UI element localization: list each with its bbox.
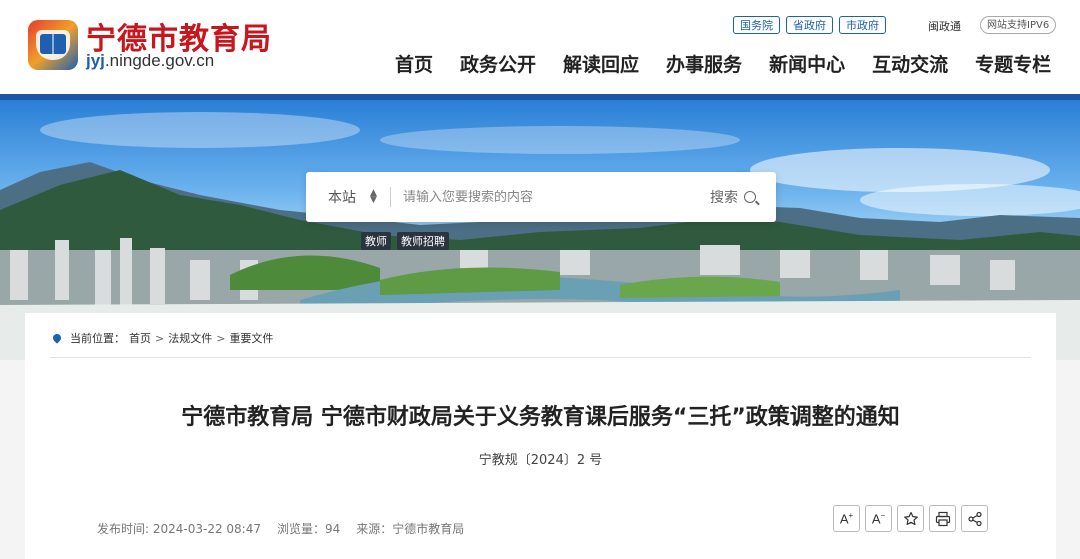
breadcrumb: 当前位置： 首页 > 法规文件 > 重要文件 [51, 330, 273, 346]
star-icon [903, 511, 918, 525]
search-scope-select[interactable]: 本站 ▲ ▼ [306, 187, 390, 207]
top-links: 国务院 省政府 市政府 [733, 16, 886, 34]
nav-special[interactable]: 专题专栏 [975, 50, 1051, 77]
share-icon [967, 511, 982, 526]
book-icon [40, 34, 66, 54]
font-increase-button[interactable]: A+ [833, 505, 860, 532]
font-increase-icon: A+ [839, 510, 854, 527]
breadcrumb-regulations[interactable]: 法规文件 [168, 330, 212, 346]
updown-arrow-icon: ▲ ▼ [370, 188, 377, 205]
search-scope-label: 本站 [328, 190, 356, 206]
hot-tags: 教师 教师招聘 [361, 232, 449, 250]
site-domain: jyj.ningde.gov.cn [86, 51, 215, 70]
search-button[interactable]: 搜索 [710, 187, 776, 207]
site-header: 宁德市教育局 jyj.ningde.gov.cn 国务院 省政府 市政府 闽政通… [0, 0, 1080, 94]
hot-tag-teacher[interactable]: 教师 [361, 232, 391, 250]
search-icon [744, 191, 756, 203]
link-city-gov[interactable]: 市政府 [839, 16, 886, 34]
document-number: 宁教规〔2024〕2 号 [478, 453, 603, 468]
favorite-button[interactable] [897, 505, 924, 532]
article-tools: A+ A− [833, 505, 988, 532]
breadcrumb-separator: > [155, 331, 165, 345]
print-icon [935, 511, 950, 526]
breadcrumb-divider [50, 357, 1031, 358]
nav-gov-affairs[interactable]: 政务公开 [460, 50, 536, 77]
search-bar: 本站 ▲▼ 搜索 [306, 172, 776, 222]
breadcrumb-label: 当前位置： [70, 332, 125, 345]
font-decrease-button[interactable]: A− [865, 505, 892, 532]
link-minzhengtong[interactable]: 闽政通 [928, 18, 961, 34]
breadcrumb-separator: > [216, 331, 226, 345]
nav-services[interactable]: 办事服务 [666, 50, 742, 77]
publish-time: 发布时间: 2024-03-22 08:47 [97, 522, 261, 536]
article-title: 宁德市教育局 宁德市财政局关于义务教育课后服务“三托”政策调整的通知 [181, 405, 900, 430]
article-meta: 发布时间: 2024-03-22 08:47 浏览量：94 来源：宁德市教育局 [97, 520, 464, 537]
main-nav: 首页 政务公开 解读回应 办事服务 新闻中心 互动交流 专题专栏 [395, 50, 1051, 77]
location-pin-icon [51, 332, 63, 344]
view-count: 浏览量：94 [277, 522, 341, 536]
breadcrumb-home[interactable]: 首页 [129, 330, 151, 346]
ipv6-badge: 网站支持IPV6 [980, 16, 1057, 34]
article-source: 来源：宁德市教育局 [356, 522, 465, 536]
article-card: 当前位置： 首页 > 法规文件 > 重要文件 宁德市教育局 宁德市财政局关于义务… [25, 313, 1056, 559]
nav-news[interactable]: 新闻中心 [769, 50, 845, 77]
search-button-label: 搜索 [710, 190, 738, 206]
nav-home[interactable]: 首页 [395, 50, 433, 77]
hot-tag-teacher-recruit[interactable]: 教师招聘 [397, 232, 449, 250]
search-input[interactable] [391, 189, 710, 205]
link-state-council[interactable]: 国务院 [733, 16, 780, 34]
print-button[interactable] [929, 505, 956, 532]
link-province-gov[interactable]: 省政府 [786, 16, 833, 34]
breadcrumb-important-docs[interactable]: 重要文件 [229, 330, 273, 346]
share-button[interactable] [961, 505, 988, 532]
nav-interpretation[interactable]: 解读回应 [563, 50, 639, 77]
font-decrease-icon: A− [871, 510, 886, 527]
nav-interaction[interactable]: 互动交流 [872, 50, 948, 77]
